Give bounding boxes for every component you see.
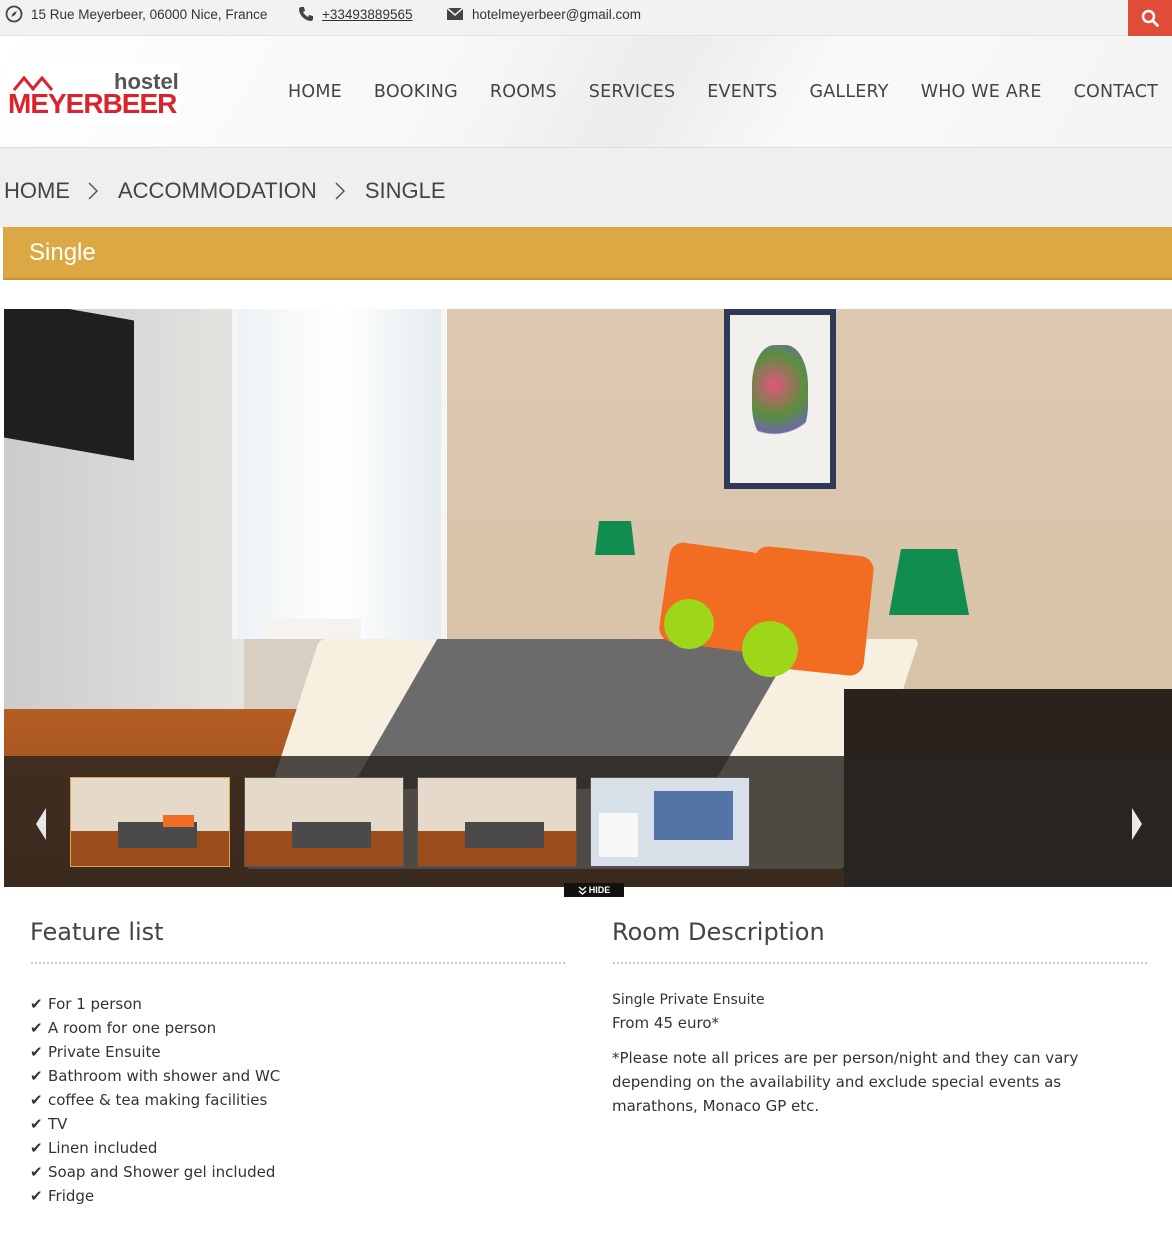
list-item: ✔ Bathroom with shower and WC — [30, 1067, 281, 1085]
thumbnail-3[interactable] — [417, 777, 577, 867]
email-info: hotelmeyerbeer@gmail.com — [446, 0, 641, 28]
phone-link[interactable]: +33493889565 — [322, 7, 412, 22]
check-icon: ✔ — [30, 1115, 43, 1133]
nav-gallery[interactable]: GALLERY — [809, 82, 888, 102]
chevron-right-icon — [88, 182, 98, 200]
check-icon: ✔ — [30, 995, 43, 1013]
price-note-text: *Please note all prices are per person/n… — [612, 1049, 1079, 1115]
breadcrumb: HOME ACCOMMODATION SINGLE — [4, 178, 446, 204]
nav-rooms[interactable]: ROOMS — [490, 82, 557, 102]
check-icon: ✔ — [30, 1043, 43, 1061]
phone-icon — [299, 7, 313, 21]
envelope-icon — [446, 7, 464, 20]
check-icon: ✔ — [30, 1163, 43, 1181]
page-title: Single — [29, 239, 96, 266]
room-description: Single Private Ensuite From 45 euro* *Pl… — [612, 992, 1149, 1118]
check-icon: ✔ — [30, 1067, 43, 1085]
thumbnail-4[interactable] — [590, 777, 750, 867]
dotted-divider — [30, 960, 567, 966]
site-header: hostel MEYERBEER HOME BOOKING ROOMS SERV… — [0, 36, 1172, 148]
page-title-bar: Single — [3, 227, 1172, 280]
check-icon: ✔ — [30, 1187, 43, 1205]
chevron-right-icon — [335, 182, 345, 200]
check-icon: ✔ — [30, 1091, 43, 1109]
main-nav: HOME BOOKING ROOMS SERVICES EVENTS GALLE… — [256, 82, 1158, 102]
search-button[interactable] — [1128, 0, 1172, 36]
top-bar: 15 Rue Meyerbeer, 06000 Nice, France +33… — [0, 0, 1172, 36]
room-type-text: Single Private Ensuite — [612, 992, 765, 1008]
nav-events[interactable]: EVENTS — [707, 82, 777, 102]
check-icon: ✔ — [30, 1139, 43, 1157]
nav-services[interactable]: SERVICES — [589, 82, 676, 102]
double-chevron-down-icon — [578, 885, 587, 895]
breadcrumb-accommodation[interactable]: ACCOMMODATION — [118, 178, 317, 204]
list-item: ✔ Soap and Shower gel included — [30, 1163, 276, 1181]
wall-picture — [724, 309, 836, 489]
list-item: ✔ coffee & tea making facilities — [30, 1091, 268, 1109]
email-text: hotelmeyerbeer@gmail.com — [472, 6, 642, 22]
hostel-logo[interactable]: hostel MEYERBEER — [4, 64, 179, 124]
list-item: ✔ TV — [30, 1115, 68, 1133]
thumbnail-strip — [4, 756, 1172, 887]
arrow-left-icon[interactable] — [30, 804, 52, 844]
hide-label: HIDE — [588, 885, 611, 895]
nav-contact[interactable]: CONTACT — [1074, 82, 1158, 102]
room-description-heading: Room Description — [612, 918, 825, 946]
breadcrumb-home[interactable]: HOME — [4, 178, 70, 204]
address-info: 15 Rue Meyerbeer, 06000 Nice, France — [5, 0, 267, 28]
compass-icon — [5, 5, 23, 23]
logo-brand-text: MEYERBEER — [8, 88, 177, 119]
thumbnail-2[interactable] — [244, 777, 404, 867]
list-item: ✔ Private Ensuite — [30, 1043, 161, 1061]
arrow-right-icon[interactable] — [1126, 804, 1148, 844]
breadcrumb-single: SINGLE — [364, 178, 446, 203]
feature-list-heading: Feature list — [30, 918, 164, 946]
list-item: ✔ For 1 person — [30, 995, 142, 1013]
nav-booking[interactable]: BOOKING — [374, 82, 458, 102]
phone-info[interactable]: +33493889565 — [298, 0, 412, 28]
thumbnail-1[interactable] — [70, 777, 230, 867]
dotted-divider — [612, 960, 1149, 966]
address-text: 15 Rue Meyerbeer, 06000 Nice, France — [31, 6, 268, 22]
feature-list-section: Feature list ✔ For 1 person ✔ A room for o… — [30, 918, 567, 1208]
check-icon: ✔ — [30, 1019, 43, 1037]
list-item: ✔ Fridge — [30, 1187, 95, 1205]
breadcrumb-area: HOME ACCOMMODATION SINGLE — [0, 148, 1172, 228]
room-description-section: Room Description Single Private Ensuite … — [612, 918, 1149, 1118]
list-item: ✔ Linen included — [30, 1139, 158, 1157]
search-icon — [1141, 9, 1159, 27]
nav-home[interactable]: HOME — [288, 82, 342, 102]
nav-who-we-are[interactable]: WHO WE ARE — [921, 82, 1042, 102]
feature-list: ✔ For 1 person ✔ A room for one person ✔ Pr… — [30, 992, 567, 1208]
hide-gallery-button[interactable]: HIDE — [564, 883, 624, 897]
room-price-text: From 45 euro* — [612, 1014, 720, 1032]
list-item: ✔ A room for one person — [30, 1019, 217, 1037]
